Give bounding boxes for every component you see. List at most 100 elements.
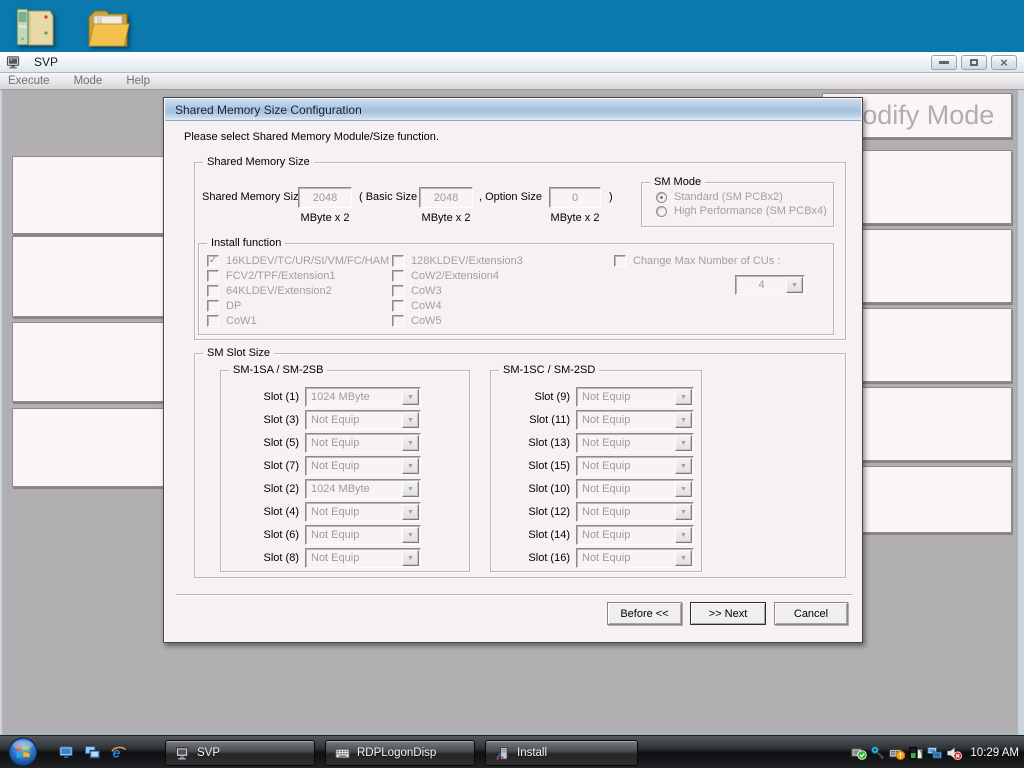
checkbox[interactable] [207,315,219,327]
safely-remove-hardware-icon[interactable] [851,745,867,761]
checkbox[interactable] [392,270,404,282]
window-border-left [0,90,2,735]
slot-value: Not Equip [582,457,630,475]
dropdown-arrow-icon[interactable]: ▼ [402,389,419,405]
slot-row: Slot (1)1024 MByte▼ [221,387,469,407]
max-cus-select[interactable]: 4 ▼ [735,275,805,295]
slot-row: Slot (11) Not Equip ▼ [491,410,701,430]
checkbox[interactable] [392,285,404,297]
dropdown-arrow-icon[interactable]: ▼ [675,458,692,474]
dropdown-arrow-icon[interactable]: ▼ [402,435,419,451]
dropdown-arrow-icon[interactable]: ▼ [675,527,692,543]
basic-size-input[interactable]: 2048 [419,187,473,208]
slot-select[interactable]: Not Equip▼ [576,548,694,568]
slot-label: Slot (12) [491,502,570,522]
menu-help[interactable]: Help [126,75,150,87]
desktop-icon-files-folder[interactable] [84,4,132,52]
windows-logo-icon [8,737,38,767]
battery-meter-icon[interactable] [908,745,924,761]
slot-select[interactable]: Not Equip▼ [305,410,421,430]
taskbar: e 10:29 AM SVP RDPLogonDisp Install [0,735,1024,768]
checkbox[interactable] [614,255,626,267]
start-button[interactable] [8,737,38,767]
slot-value: 1024 MByte [311,480,370,498]
slot-select[interactable]: Not Equip▼ [305,502,421,522]
close-icon: × [1000,58,1008,68]
radio-button[interactable] [656,192,667,203]
taskbar-clock[interactable]: 10:29 AM [970,747,1019,759]
shared-memory-size-input[interactable]: 2048 [298,187,352,208]
switch-windows-icon[interactable] [84,744,101,761]
dropdown-arrow-icon[interactable]: ▼ [675,435,692,451]
minimize-button[interactable] [931,55,957,70]
slot-select[interactable]: Not Equip ▼ [305,548,421,568]
dropdown-arrow-icon[interactable]: ▼ [402,504,419,520]
taskbar-button-label: SVP [197,747,220,759]
menu-execute[interactable]: Execute [8,75,50,87]
dropdown-arrow-icon[interactable]: ▼ [675,504,692,520]
checkbox[interactable] [207,270,219,282]
slot-value: Not Equip [311,549,359,567]
slot-value: Not Equip [582,526,630,544]
keyboard-warning-icon[interactable] [889,745,905,761]
radio-label: Standard (SM PCBx2) [674,191,783,203]
menu-mode[interactable]: Mode [74,75,103,87]
network-icon[interactable] [927,745,943,761]
checkbox[interactable] [207,285,219,297]
slot-select[interactable]: Not Equip ▼ [305,456,421,476]
group-label: Shared Memory Size [203,156,314,168]
dropdown-arrow-icon[interactable]: ▼ [675,389,692,405]
slot-select[interactable]: Not Equip▼ [305,525,421,545]
desktop-icon-documents-folder[interactable] [10,3,58,51]
internet-explorer-icon[interactable]: e [110,744,127,761]
checkbox[interactable] [392,315,404,327]
slot-select[interactable]: Not Equip▼ [576,479,694,499]
slot-select[interactable]: Not Equip ▼ [576,525,694,545]
slot-row: Slot (3)Not Equip▼ [221,410,469,430]
taskbar-button-install[interactable]: Install [485,740,638,766]
cancel-button[interactable]: Cancel [774,602,848,625]
key-icon[interactable] [870,745,886,761]
slot-select[interactable]: Not Equip ▼ [576,410,694,430]
dropdown-arrow-icon[interactable]: ▼ [402,412,419,428]
dialog-titlebar[interactable]: Shared Memory Size Configuration [165,99,861,121]
slot-select[interactable]: Not Equip▼ [305,433,421,453]
volume-muted-icon[interactable] [946,745,962,761]
slot-select[interactable]: Not Equip▼ [576,502,694,522]
taskbar-button-icon [175,746,190,761]
files-folder-icon [84,4,132,52]
checkbox[interactable] [392,300,404,312]
taskbar-button-label: RDPLogonDisp [357,747,436,759]
taskbar-button-rdplogondisp[interactable]: RDPLogonDisp [325,740,475,766]
slot-select[interactable]: 1024 MByte▼ [305,387,421,407]
dropdown-arrow-icon[interactable]: ▼ [786,277,803,293]
dropdown-arrow-icon[interactable]: ▼ [675,481,692,497]
next-button[interactable]: >> Next [690,602,766,625]
close-button[interactable]: × [991,55,1017,70]
slot-value: Not Equip [582,388,630,406]
checkbox[interactable] [207,300,219,312]
dropdown-arrow-icon[interactable]: ▼ [675,412,692,428]
checkbox[interactable]: ✓ [207,255,219,267]
dropdown-arrow-icon[interactable]: ▼ [402,527,419,543]
radio-button[interactable] [656,206,667,217]
slot-label: Slot (11) [491,410,570,430]
slot-value: Not Equip [311,457,359,475]
before-button[interactable]: Before << [607,602,682,625]
taskbar-button-svp[interactable]: SVP [165,740,315,766]
dropdown-arrow-icon[interactable]: ▼ [675,550,692,566]
show-desktop-icon[interactable] [58,744,75,761]
dropdown-arrow-icon[interactable]: ▼ [402,481,419,497]
slot-select[interactable]: Not Equip ▼ [576,456,694,476]
slot-select[interactable]: Not Equip ▼ [576,387,694,407]
checkbox[interactable] [392,255,404,267]
install-option: CoW5 [392,315,523,327]
svp-window: SVP × ExecuteModeHelp Modify Mode Shared… [0,52,1024,735]
slot-select[interactable]: 1024 MByte ▼ [305,479,421,499]
option-size-input[interactable]: 0 [549,187,601,208]
slot-value: Not Equip [582,411,630,429]
restore-button[interactable] [961,55,987,70]
dropdown-arrow-icon[interactable]: ▼ [402,550,419,566]
dropdown-arrow-icon[interactable]: ▼ [402,458,419,474]
slot-select[interactable]: Not Equip▼ [576,433,694,453]
